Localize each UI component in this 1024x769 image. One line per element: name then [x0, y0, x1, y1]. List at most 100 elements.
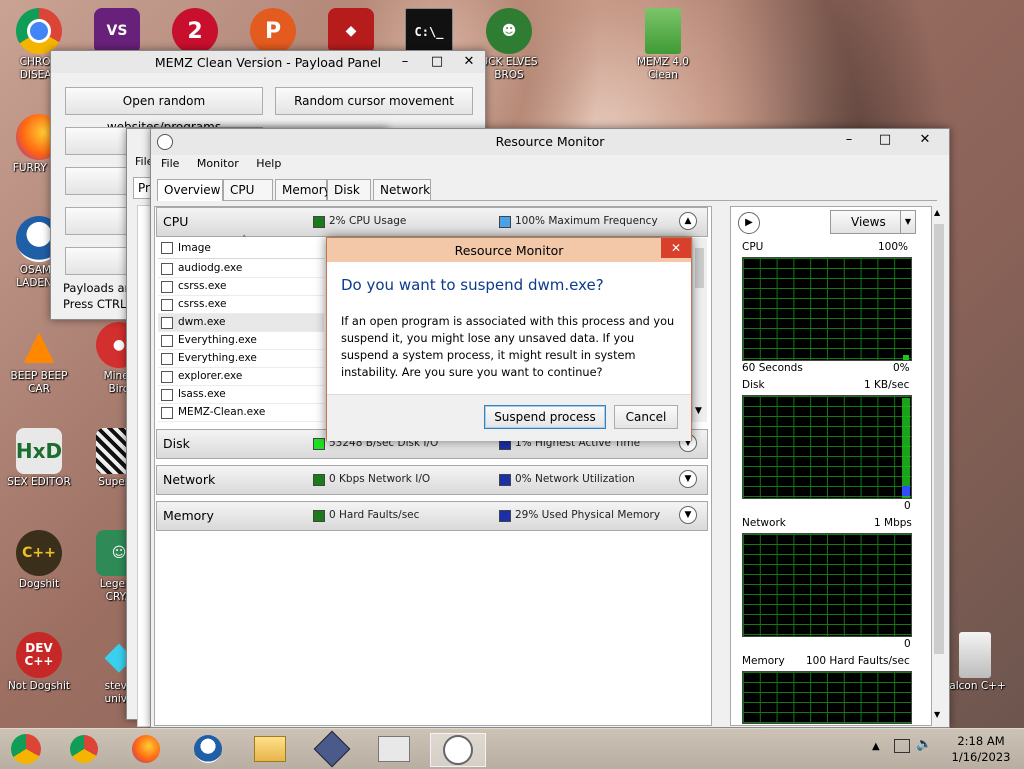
cpu-usage-text: 2% CPU Usage [329, 215, 407, 227]
desktop-icon-visual-studio[interactable]: VS [78, 8, 156, 56]
desktop-icon-dogshit[interactable]: C++ Dogshit [0, 530, 78, 591]
section-title: Disk [163, 436, 190, 451]
clock[interactable]: 2:18 AM 1/16/2023 [946, 733, 1016, 765]
disk-graph-line [902, 398, 910, 498]
graph-scrollbar[interactable]: ▲ ▼ [932, 206, 946, 724]
process-checkbox[interactable] [161, 335, 173, 347]
desktop-icon-sex-editor[interactable]: HxD SEX EDITOR [0, 428, 78, 489]
process-checkbox[interactable] [161, 407, 173, 419]
views-dropdown[interactable]: Views ▼ [830, 210, 916, 234]
resmon-titlebar[interactable]: Resource Monitor – □ ✕ [151, 129, 949, 155]
minimize-button[interactable]: – [389, 51, 421, 73]
tab-overview[interactable]: Overview [157, 179, 223, 201]
chevron-down-icon[interactable]: ▼ [679, 506, 697, 524]
desktop-icon-beep[interactable]: ▲ BEEP BEEP CAR [0, 322, 78, 396]
cpu-frequency-swatch [499, 216, 511, 228]
scrollbar-thumb[interactable] [934, 224, 944, 654]
process-checkbox[interactable] [161, 263, 173, 275]
chevron-right-icon[interactable]: ▶ [738, 212, 760, 234]
suspend-process-button[interactable]: Suspend process [484, 405, 606, 429]
chevron-up-icon[interactable]: ▲ [679, 212, 697, 230]
network-graph [742, 533, 912, 637]
menu-file[interactable]: File [161, 157, 179, 170]
dialog-titlebar[interactable]: Resource Monitor ✕ [327, 238, 691, 262]
chevron-down-icon[interactable]: ▼ [679, 470, 697, 488]
select-all-checkbox[interactable] [161, 242, 173, 254]
column-header-image[interactable]: Image [178, 242, 211, 254]
process-name: MEMZ-Clean.exe [178, 406, 266, 418]
process-row[interactable]: Everything.exe [158, 332, 324, 350]
desktop-icon-red-banner[interactable]: ◆ [312, 8, 390, 56]
minimize-button[interactable]: – [833, 129, 865, 151]
process-row[interactable]: csrss.exe [158, 278, 324, 296]
process-name: csrss.exe [178, 298, 227, 310]
payload-button-websites[interactable]: Open random websites/programs [65, 87, 263, 134]
cancel-button[interactable]: Cancel [614, 405, 678, 429]
desktop-icon-game-2[interactable]: 2 [156, 8, 234, 56]
process-scrollbar[interactable]: ▼ [692, 238, 707, 422]
taskbar-explorer[interactable] [248, 733, 292, 765]
menu-help[interactable]: Help [256, 157, 281, 170]
memory-section-header[interactable]: Memory 0 Hard Faults/sec 29% Used Physic… [156, 501, 708, 531]
process-checkbox[interactable] [161, 389, 173, 401]
scrollbar-thumb[interactable] [695, 248, 704, 288]
process-checkbox[interactable] [161, 353, 173, 365]
process-row[interactable]: csrss.exe [158, 296, 324, 314]
process-checkbox[interactable] [161, 371, 173, 383]
taskbar-chrome[interactable] [62, 733, 106, 765]
cpu-usage-swatch [313, 216, 325, 228]
cpu-section-header[interactable]: CPU 2% CPU Usage 100% Maximum Frequency … [156, 207, 708, 237]
desktop-icon-memz[interactable]: MEMZ 4.0 Clean [624, 8, 702, 82]
desktop-icon-label: Not Dogshit [7, 680, 71, 692]
taskbar-firefox[interactable] [124, 733, 168, 765]
payload-button-cursor[interactable]: Random cursor movement [275, 87, 473, 115]
graph-max-cpu: 100% [878, 241, 909, 253]
process-row[interactable]: MEMZ-Clean.exe [158, 404, 324, 422]
graph-title-memory: Memory [742, 655, 785, 667]
process-checkbox[interactable] [161, 299, 173, 311]
maximize-button[interactable]: □ [421, 51, 453, 73]
clock-time: 2:18 AM [957, 734, 1005, 748]
taskbar-task-manager[interactable] [372, 733, 416, 765]
process-name: audiodg.exe [178, 262, 243, 274]
desktop-icon-label: MEMZ 4.0 Clean [637, 56, 689, 81]
obama-logo-icon [194, 735, 222, 763]
start-button[interactable] [4, 733, 48, 765]
tab-memory[interactable]: Memory [275, 179, 331, 200]
taskbar-obama[interactable] [186, 733, 230, 765]
process-row[interactable]: Everything.exe [158, 350, 324, 368]
graph-max-disk: 1 KB/sec [864, 379, 910, 391]
process-name: Everything.exe [178, 334, 257, 346]
tab-disk[interactable]: Disk [327, 179, 371, 200]
maximize-button[interactable]: □ [869, 129, 901, 151]
desktop-icon-game-p[interactable]: P [234, 8, 312, 56]
process-table-header[interactable]: Image ˄ [158, 235, 324, 259]
tab-network[interactable]: Network [373, 179, 431, 200]
process-checkbox[interactable] [161, 281, 173, 293]
process-row[interactable]: explorer.exe [158, 368, 324, 386]
tab-strip: Overview CPU Memory Disk Network [157, 179, 937, 201]
menu-bar: File Monitor Help [161, 157, 281, 170]
close-button[interactable]: ✕ [453, 51, 485, 73]
taskbar-resource-monitor[interactable] [430, 733, 486, 767]
scroll-down-icon[interactable]: ▼ [934, 710, 940, 719]
desktop: CHRON DISEAS VS 2 P ◆ C:\_ ☻ UCK ELVES B… [0, 0, 1024, 728]
process-row-selected[interactable]: dwm.exe [158, 314, 324, 332]
volume-icon[interactable]: 🔈 [916, 737, 932, 752]
tab-cpu[interactable]: CPU [223, 179, 273, 200]
scroll-down-icon[interactable]: ▼ [695, 406, 702, 416]
process-row[interactable]: lsass.exe [158, 386, 324, 404]
taskbar-visual-studio[interactable] [310, 730, 354, 768]
scroll-up-icon[interactable]: ▲ [934, 208, 940, 217]
show-hidden-icons-icon[interactable]: ▲ [872, 741, 880, 752]
desktop-icon-not-dogshit[interactable]: DEV C++ Not Dogshit [0, 632, 78, 693]
close-button[interactable]: ✕ [909, 129, 941, 151]
payload-panel-titlebar[interactable]: MEMZ Clean Version - Payload Panel – □ ✕ [51, 51, 485, 73]
network-section-header[interactable]: Network 0 Kbps Network I/O 0% Network Ut… [156, 465, 708, 495]
process-checkbox[interactable] [161, 317, 173, 329]
process-row[interactable]: audiodg.exe [158, 260, 324, 278]
window-title: Resource Monitor [495, 134, 605, 149]
menu-monitor[interactable]: Monitor [197, 157, 239, 170]
close-icon[interactable]: ✕ [661, 238, 691, 258]
network-icon[interactable] [894, 739, 910, 753]
